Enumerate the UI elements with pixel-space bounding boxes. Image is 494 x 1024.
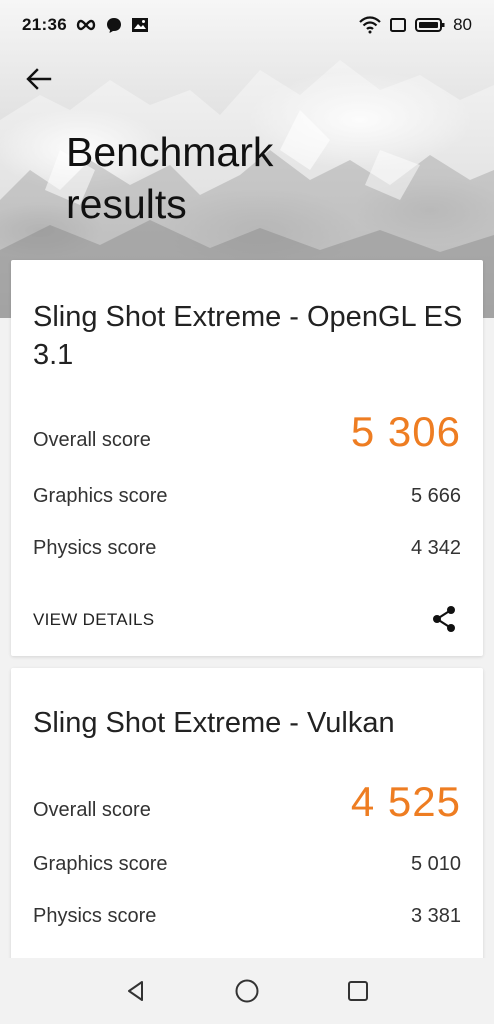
graphics-score-label: Graphics score — [33, 485, 168, 507]
graphics-score-row: Graphics score 5 010 — [33, 853, 461, 876]
physics-score-row: Physics score 3 381 — [33, 905, 461, 928]
graphics-score-value: 5 666 — [410, 485, 461, 507]
screen: 21:36 80 Benchmark results Sling Shot Ex… — [0, 0, 494, 1024]
status-bar: 21:36 80 — [0, 0, 494, 50]
graphics-score-value: 5 010 — [410, 853, 461, 875]
graphics-score-label: Graphics score — [33, 853, 168, 875]
image-icon — [131, 17, 149, 33]
overall-score-value: 4 525 — [350, 778, 461, 825]
overall-score-row: Overall score 5 306 — [33, 408, 461, 456]
view-details-button[interactable]: VIEW DETAILS — [33, 610, 154, 630]
physics-score-value: 4 342 — [410, 537, 461, 559]
overall-score-label: Overall score — [33, 429, 151, 451]
physics-score-label: Physics score — [33, 537, 157, 559]
result-card-opengl: Sling Shot Extreme - OpenGL ES 3.1 Overa… — [11, 260, 483, 656]
overall-score-row: Overall score 4 525 — [33, 778, 461, 826]
test-title: Sling Shot Extreme - OpenGL ES 3.1 — [33, 301, 463, 371]
physics-score-row: Physics score 4 342 — [33, 537, 461, 560]
overall-score-label: Overall score — [33, 799, 151, 821]
graphics-score-row: Graphics score 5 666 — [33, 485, 461, 508]
battery-level: 80 — [453, 15, 472, 34]
back-arrow-icon — [26, 68, 52, 90]
system-nav-bar — [0, 958, 494, 1024]
status-time: 21:36 — [22, 15, 67, 34]
home-circle-icon — [235, 979, 259, 1003]
test-title: Sling Shot Extreme - Vulkan — [33, 707, 395, 739]
back-triangle-icon — [127, 981, 143, 1001]
recents-square-icon — [348, 981, 369, 1001]
infinity-icon — [75, 18, 97, 32]
back-button[interactable] — [22, 62, 56, 96]
overall-score-value: 5 306 — [350, 408, 461, 455]
result-card-vulkan: Sling Shot Extreme - Vulkan Overall scor… — [11, 668, 483, 968]
wifi-icon — [359, 16, 381, 34]
share-button[interactable] — [427, 602, 461, 636]
physics-score-value: 3 381 — [410, 905, 461, 927]
page-title: Benchmark results — [66, 129, 274, 227]
nav-back-button[interactable] — [116, 971, 156, 1011]
chat-icon — [105, 16, 123, 34]
screen-icon — [389, 17, 407, 33]
nav-recents-button[interactable] — [338, 971, 378, 1011]
share-icon — [433, 606, 455, 632]
battery-icon — [415, 17, 445, 33]
nav-home-button[interactable] — [227, 971, 267, 1011]
physics-score-label: Physics score — [33, 905, 157, 927]
